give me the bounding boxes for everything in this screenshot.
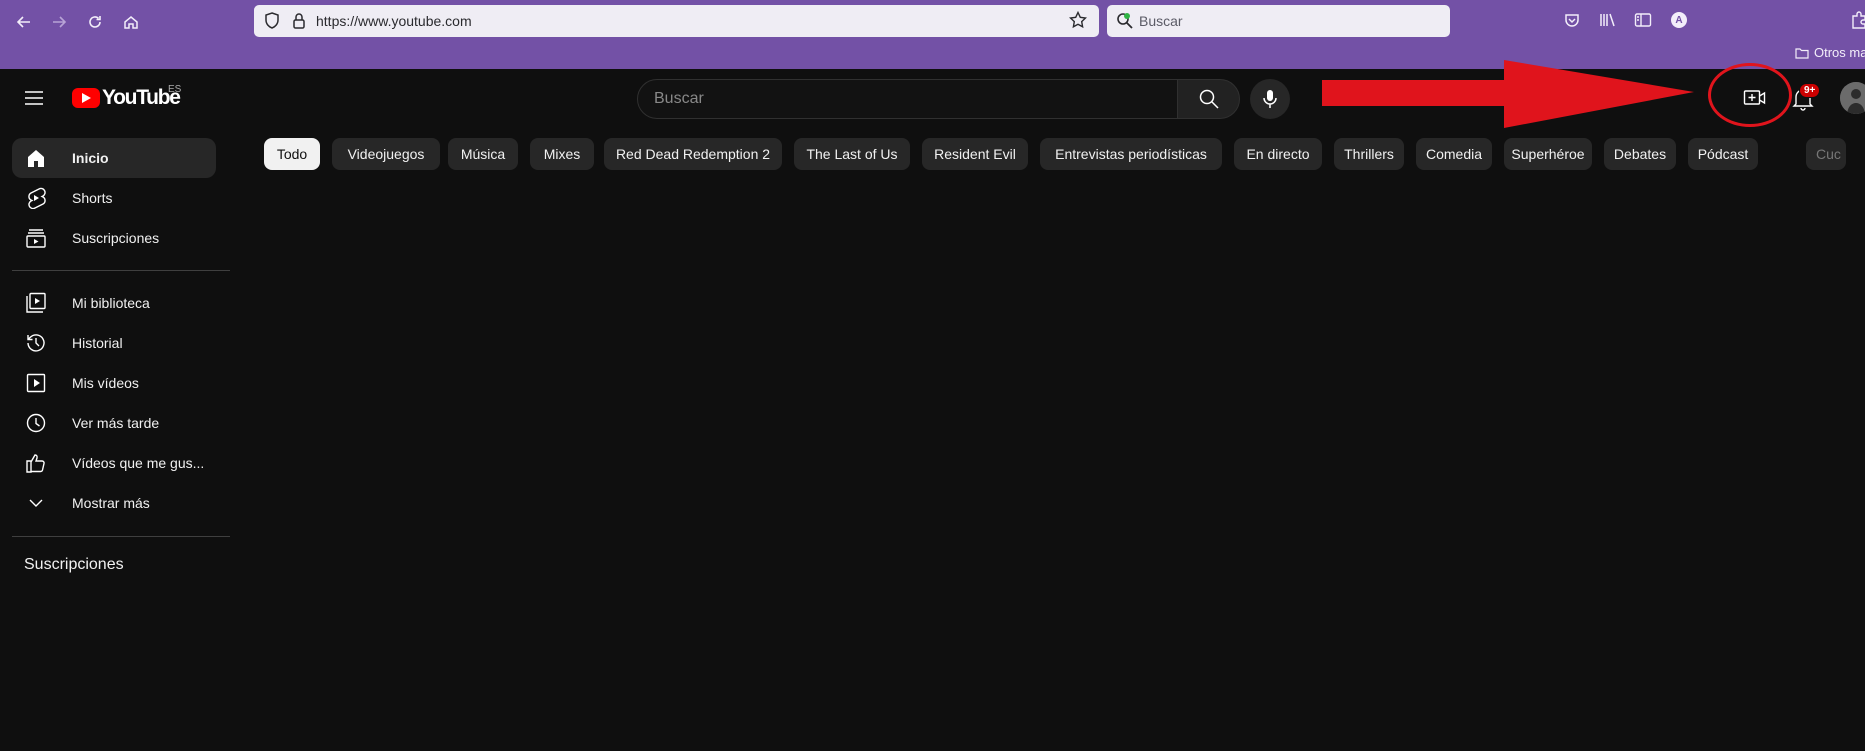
chip-the-last-of-us[interactable]: The Last of Us: [794, 138, 910, 170]
library-browser-icon[interactable]: [1597, 9, 1619, 31]
pocket-icon[interactable]: [1561, 9, 1583, 31]
chip-partial[interactable]: Cuc: [1806, 138, 1846, 170]
chevron-down-icon: [24, 491, 48, 515]
subscriptions-icon: [24, 226, 48, 250]
browser-toolbar: https://www.youtube.com Buscar A: [0, 0, 1865, 40]
library-icon: [24, 291, 48, 315]
shorts-icon: [24, 186, 48, 210]
chip-todo[interactable]: Todo: [264, 138, 320, 170]
sidebar-item-label: Inicio: [72, 150, 109, 166]
sidebar-item-liked-videos[interactable]: Vídeos que me gus...: [12, 443, 216, 483]
account-initial: A: [1671, 12, 1687, 28]
chip-musica[interactable]: Música: [448, 138, 518, 170]
microphone-icon: [1263, 90, 1277, 108]
history-icon: [24, 331, 48, 355]
search-placeholder: Buscar: [654, 90, 704, 107]
chip-thrillers[interactable]: Thrillers: [1334, 138, 1404, 170]
sidebar-toggle-icon[interactable]: [1632, 9, 1654, 31]
sidebar-item-label: Mi biblioteca: [72, 295, 150, 311]
liked-icon: [24, 451, 48, 475]
play-logo-icon: [72, 88, 100, 108]
browser-search-bar[interactable]: Buscar: [1107, 5, 1450, 37]
shield-icon[interactable]: [264, 12, 280, 35]
lock-icon[interactable]: [292, 12, 306, 35]
search-input[interactable]: Buscar: [637, 79, 1178, 119]
account-icon[interactable]: A: [1668, 9, 1690, 31]
sidebar-item-show-more[interactable]: Mostrar más: [12, 483, 216, 523]
sidebar-item-history[interactable]: Historial: [12, 323, 216, 363]
browser-search-placeholder: Buscar: [1139, 13, 1183, 29]
youtube-logo[interactable]: YouTube: [72, 86, 181, 110]
chip-comedia[interactable]: Comedia: [1416, 138, 1492, 170]
sidebar-item-label: Historial: [72, 335, 123, 351]
search-button[interactable]: [1177, 79, 1240, 119]
notification-badge: 9+: [1799, 83, 1821, 98]
voice-search-button[interactable]: [1250, 79, 1290, 119]
sidebar-divider: [12, 536, 230, 537]
annotation-circle: [1708, 63, 1792, 127]
sidebar-item-suscripciones[interactable]: Suscripciones: [12, 218, 216, 258]
sidebar-item-label: Ver más tarde: [72, 415, 160, 431]
sidebar-item-label: Suscripciones: [72, 230, 160, 246]
home-icon: [24, 146, 48, 170]
chip-resident-evil[interactable]: Resident Evil: [922, 138, 1028, 170]
search-icon: [1199, 89, 1219, 109]
sidebar-item-watch-later[interactable]: Ver más tarde: [12, 403, 216, 443]
reload-icon[interactable]: [82, 10, 108, 34]
sidebar-item-shorts[interactable]: Shorts: [12, 178, 216, 218]
subscriptions-heading: Suscripciones: [24, 556, 124, 573]
menu-icon[interactable]: [22, 86, 46, 115]
region-code: ES: [168, 84, 182, 95]
sidebar: Inicio Shorts Suscripciones Mi bibliotec…: [0, 126, 240, 751]
sidebar-divider: [12, 270, 230, 271]
avatar[interactable]: [1840, 82, 1865, 114]
extensions-icon[interactable]: [1848, 9, 1865, 31]
sidebar-item-your-videos[interactable]: Mis vídeos: [12, 363, 216, 403]
url-text: https://www.youtube.com: [316, 13, 472, 29]
chip-en-directo[interactable]: En directo: [1234, 138, 1322, 170]
other-bookmarks-label: Otros mar: [1814, 45, 1865, 60]
your-videos-icon: [24, 371, 48, 395]
other-bookmarks[interactable]: Otros mar: [1795, 45, 1865, 60]
search-engine-icon: [1116, 12, 1134, 35]
back-arrow-icon[interactable]: [11, 10, 37, 34]
url-bar[interactable]: https://www.youtube.com: [254, 5, 1099, 37]
chip-debates[interactable]: Debates: [1604, 138, 1676, 170]
chip-entrevistas-periodisticas[interactable]: Entrevistas periodísticas: [1040, 138, 1222, 170]
chip-superheroe[interactable]: Superhéroe: [1504, 138, 1592, 170]
chip-podcast[interactable]: Pódcast: [1688, 138, 1758, 170]
sidebar-item-label: Mostrar más: [72, 495, 150, 511]
chip-mixes[interactable]: Mixes: [530, 138, 594, 170]
folder-icon: [1795, 47, 1809, 59]
chip-red-dead-redemption-2[interactable]: Red Dead Redemption 2: [604, 138, 782, 170]
sidebar-item-label: Mis vídeos: [72, 375, 139, 391]
sidebar-item-library[interactable]: Mi biblioteca: [12, 283, 216, 323]
sidebar-item-label: Vídeos que me gus...: [72, 455, 205, 471]
category-chips: Todo Videojuegos Música Mixes Red Dead R…: [264, 138, 1865, 170]
sidebar-item-inicio[interactable]: Inicio: [12, 138, 216, 178]
annotation-arrow: [1322, 60, 1694, 137]
sidebar-item-label: Shorts: [72, 190, 113, 206]
home-browser-icon[interactable]: [118, 10, 144, 34]
bookmark-star-icon[interactable]: [1068, 10, 1088, 34]
chip-videojuegos[interactable]: Videojuegos: [332, 138, 440, 170]
watch-later-icon: [24, 411, 48, 435]
forward-arrow-icon[interactable]: [46, 10, 72, 34]
